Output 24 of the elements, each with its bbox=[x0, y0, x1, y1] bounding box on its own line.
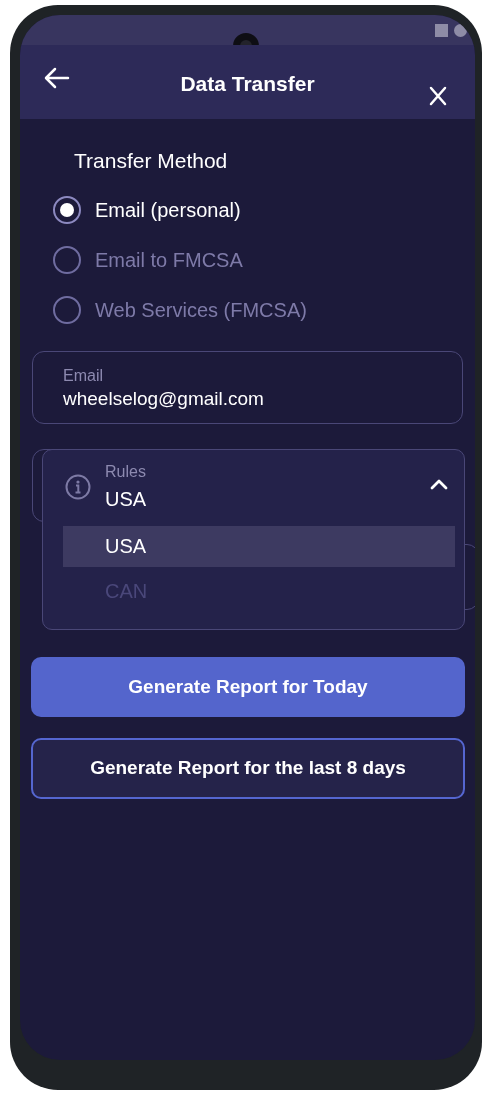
radio-label[interactable]: Web Services (FMCSA) bbox=[95, 294, 307, 325]
screen-title: Data Transfer bbox=[179, 71, 316, 97]
square-icon bbox=[435, 23, 448, 37]
close-icon bbox=[429, 86, 447, 106]
dropdown-option[interactable]: USA bbox=[63, 525, 455, 567]
field-label: Email bbox=[63, 365, 104, 386]
back-button[interactable] bbox=[44, 67, 70, 89]
chevron-up-icon[interactable] bbox=[430, 477, 448, 490]
primary-button[interactable]: Generate Report for Today bbox=[31, 657, 465, 717]
email-input[interactable]: wheelselog@gmail.com bbox=[63, 385, 432, 412]
back-arrow-icon bbox=[44, 67, 70, 89]
info-icon bbox=[65, 473, 91, 500]
radio-label[interactable]: Email to FMCSA bbox=[95, 244, 243, 275]
section-title: Transfer Method bbox=[74, 148, 229, 174]
radio-button[interactable] bbox=[53, 195, 81, 224]
radio-button[interactable] bbox=[53, 245, 81, 274]
radio-button[interactable] bbox=[53, 295, 81, 324]
field-value: USA bbox=[105, 486, 147, 512]
outline-button[interactable]: Generate Report for the last 8 days bbox=[31, 738, 465, 799]
close-button[interactable] bbox=[429, 86, 447, 106]
circle-icon bbox=[454, 23, 467, 37]
radio-label[interactable]: Email (personal) bbox=[95, 194, 241, 225]
email-field[interactable]: Email wheelselog@gmail.com bbox=[32, 350, 463, 424]
field-label: Rules bbox=[105, 461, 146, 482]
